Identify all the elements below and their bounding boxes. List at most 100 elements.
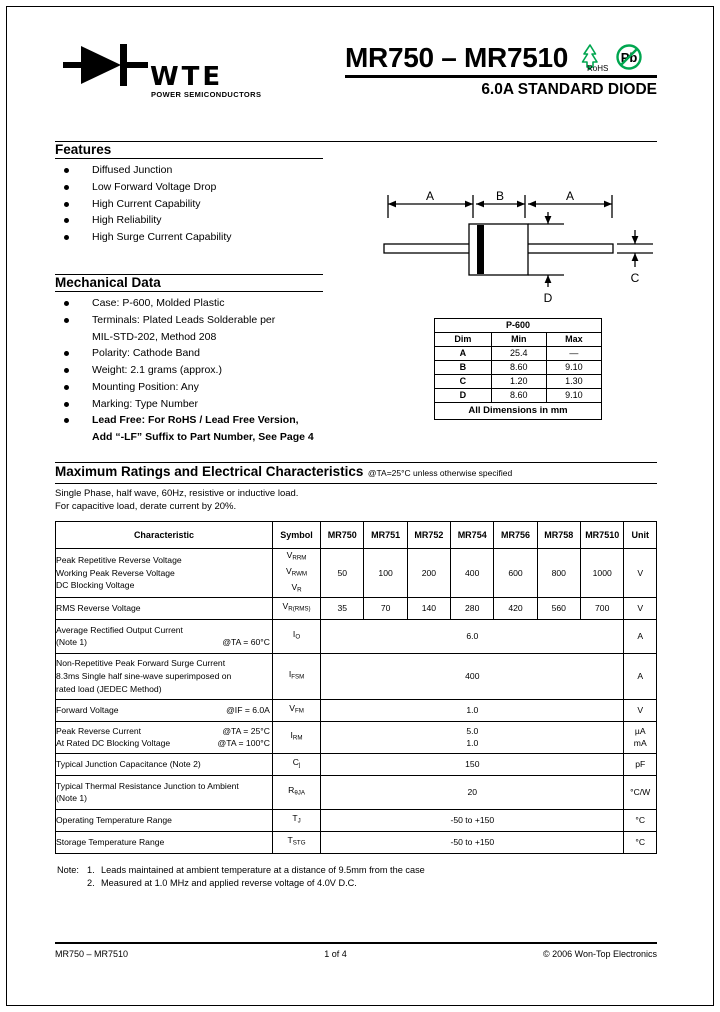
lead-free-icon: Pb (614, 42, 644, 72)
diode-symbol-icon (63, 44, 148, 86)
column-header-mr7510: MR7510 (579, 521, 625, 549)
dim-min: 1.20 (490, 374, 547, 389)
unit-line: mA (633, 738, 647, 749)
unit-cell: A (623, 618, 657, 654)
footer-part-range: MR750 – MR7510 (55, 949, 129, 959)
unit-cell: pF (623, 752, 657, 776)
dim-name: C (434, 374, 492, 389)
value-cell: 70 (363, 596, 408, 620)
dim-min: 25.4 (490, 346, 547, 361)
symbol-cell: IO (271, 618, 322, 654)
dim-max: — (545, 346, 603, 361)
footer-copyright: © 2006 Won-Top Electronics (542, 949, 657, 959)
characteristic-line: At Rated DC Blocking Voltage (56, 738, 171, 749)
dimensions-table-title: P-600 (434, 318, 602, 333)
page-header: WTE POWER SEMICONDUCTORS MR750 – MR7510 … (55, 28, 657, 123)
characteristic-condition: @IF = 6.0A (226, 705, 270, 716)
ratings-heading: Maximum Ratings and Electrical Character… (55, 464, 364, 479)
column-header-unit: Unit (623, 521, 657, 549)
table-row: Storage Temperature Range TSTG -50 to +1… (55, 830, 657, 854)
characteristic-cell: Peak Repetitive Reverse Voltage Working … (55, 548, 273, 598)
value-line: 1.0 (466, 738, 479, 749)
characteristic-line: Non-Repetitive Peak Forward Surge Curren… (56, 658, 226, 669)
symbol-cell: VFM (271, 698, 322, 722)
column-header-mr751: MR751 (363, 521, 408, 549)
value-cell: 400 (450, 548, 495, 598)
symbol-line: VRWM (285, 565, 308, 578)
characteristic-line: (Note 1) (56, 637, 88, 648)
characteristic-cell: Typical Junction Capacitance (Note 2) (55, 752, 273, 776)
rohs-tree-icon: RoHS (578, 42, 608, 73)
mechanical-heading: Mechanical Data (55, 275, 323, 292)
value-cell-span: 5.0 1.0 (320, 720, 625, 754)
ratings-section-header: Maximum Ratings and Electrical Character… (55, 462, 657, 513)
unit-cell: V (623, 596, 657, 620)
mechanical-item: Marking: Type Number (55, 397, 323, 412)
value-cell-span: 20 (320, 774, 625, 810)
mechanical-data-section: Mechanical Data Case: P-600, Molded Plas… (55, 274, 323, 447)
symbol-line: VR (291, 581, 302, 594)
table-header-row: Characteristic Symbol MR750 MR751 MR752 … (55, 521, 657, 549)
unit-cell: °C (623, 808, 657, 832)
table-row: Peak Repetitive Reverse Voltage Working … (55, 548, 657, 598)
table-row: Typical Thermal Resistance Junction to A… (55, 774, 657, 810)
column-header-dim: Dim (434, 332, 492, 347)
column-header-mr756: MR756 (493, 521, 538, 549)
mechanical-item: Weight: 2.1 grams (approx.) (55, 363, 323, 378)
symbol-cell: TSTG (271, 830, 322, 854)
mechanical-item: Case: P-600, Molded Plastic (55, 296, 323, 311)
characteristic-line: 8.3ms Single half sine-wave superimposed… (56, 671, 232, 682)
table-row: Non-Repetitive Peak Forward Surge Curren… (55, 652, 657, 700)
value-cell: 420 (493, 596, 538, 620)
value-cell: 800 (536, 548, 581, 598)
dim-label-c: C (631, 271, 640, 285)
table-row: D 8.60 9.10 (434, 388, 603, 403)
dim-min: 8.60 (490, 360, 547, 375)
note-number: 1. (87, 865, 95, 875)
dim-name: D (434, 388, 492, 403)
mechanical-item: Polarity: Cathode Band (55, 346, 323, 361)
table-row: RMS Reverse Voltage VR(RMS) 35 70 140 28… (55, 596, 657, 620)
page-footer: MR750 – MR7510 1 of 4 © 2006 Won-Top Ele… (55, 942, 657, 959)
column-header-characteristic: Characteristic (55, 521, 273, 549)
dimensions-table-footer: All Dimensions in mm (434, 402, 602, 420)
value-cell-span: -50 to +150 (320, 808, 625, 832)
table-row: Operating Temperature Range TJ -50 to +1… (55, 808, 657, 832)
column-header-symbol: Symbol (271, 521, 322, 549)
notes-label: Note: (57, 865, 79, 875)
unit-cell: µA mA (623, 720, 657, 754)
characteristic-line: Peak Reverse Current (56, 725, 142, 736)
ratings-note-line-1: Single Phase, half wave, 60Hz, resistive… (55, 488, 299, 499)
unit-cell: V (623, 548, 657, 598)
specifications-table: Characteristic Symbol MR750 MR751 MR752 … (55, 521, 657, 854)
table-row: B 8.60 9.10 (434, 360, 603, 375)
characteristic-cell: Storage Temperature Range (55, 830, 273, 854)
table-row: Typical Junction Capacitance (Note 2) Cj… (55, 752, 657, 776)
unit-cell: °C/W (623, 774, 657, 810)
characteristic-line: DC Blocking Voltage (56, 580, 135, 591)
table-row: Peak Reverse Current @TA = 25°C At Rated… (55, 720, 657, 754)
characteristic-cell: Operating Temperature Range (55, 808, 273, 832)
dim-name: B (434, 360, 492, 375)
note-number: 2. (87, 878, 95, 888)
value-cell: 1000 (579, 548, 625, 598)
characteristic-cell: Non-Repetitive Peak Forward Surge Curren… (55, 652, 273, 700)
value-cell: 560 (536, 596, 581, 620)
value-cell-span: 1.0 (320, 698, 625, 722)
company-logo: WTE POWER SEMICONDUCTORS (55, 36, 285, 108)
compliance-icons: RoHS Pb (578, 42, 644, 73)
table-row: All Dimensions in mm (434, 402, 602, 420)
dim-label-d: D (544, 291, 553, 305)
characteristic-line: rated load (JEDEC Method) (56, 683, 162, 694)
characteristic-condition: @TA = 100°C (217, 738, 270, 749)
symbol-cell: TJ (271, 808, 322, 832)
symbol-cell: RθJA (271, 774, 322, 810)
value-cell: 600 (493, 548, 538, 598)
note-text: Leads maintained at ambient temperature … (101, 865, 425, 875)
value-cell-span: -50 to +150 (320, 830, 625, 854)
symbol-line: VRRM (286, 550, 307, 562)
dim-max: 9.10 (545, 360, 603, 375)
features-heading: Features (55, 142, 323, 159)
characteristic-cell: Average Rectified Output Current (Note 1… (55, 618, 273, 654)
characteristic-line: Forward Voltage (56, 705, 119, 716)
